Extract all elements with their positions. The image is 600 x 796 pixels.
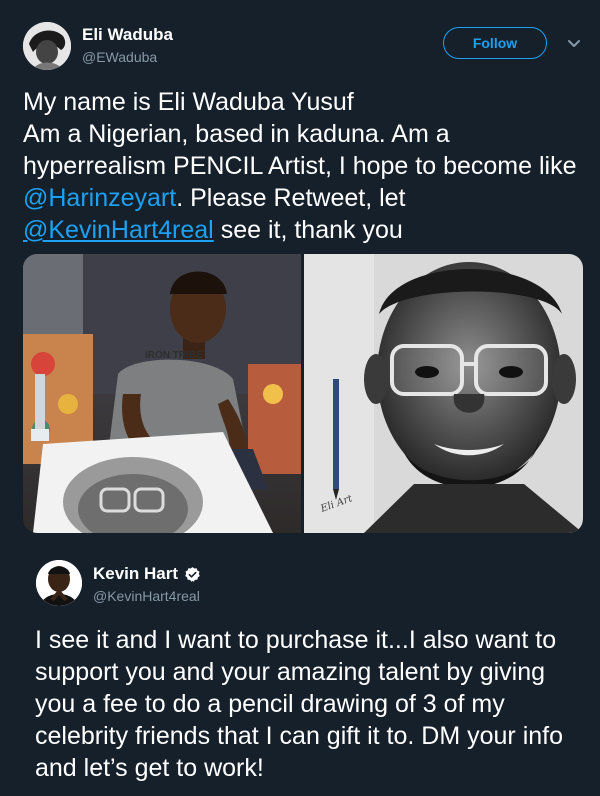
reply-author-handle[interactable]: @KevinHart4real xyxy=(93,588,200,604)
tweet-text-part: Am a Nigerian, based in kaduna. Am a hyp… xyxy=(23,120,577,180)
tweet-text: My name is Eli Waduba Yusuf Am a Nigeria… xyxy=(23,86,588,246)
mention-link-harinzeyart[interactable]: @Harinzeyart xyxy=(23,184,176,212)
artist-photo[interactable]: IRON TRIBE xyxy=(23,254,301,533)
media-gallery: IRON TRIBE Eli Art xyxy=(23,254,583,533)
reply-text: I see it and I want to purchase it...I a… xyxy=(35,626,564,782)
chevron-down-icon[interactable] xyxy=(566,36,582,52)
tweet-header: Eli Waduba @EWaduba Follow xyxy=(0,0,600,80)
follow-button[interactable]: Follow xyxy=(443,27,547,59)
author-handle[interactable]: @EWaduba xyxy=(82,49,157,65)
author-avatar[interactable] xyxy=(23,22,71,70)
pencil-portrait-photo[interactable]: Eli Art xyxy=(304,254,583,533)
verified-badge-icon xyxy=(185,566,200,582)
tweet-text-part: see it, thank you xyxy=(213,216,403,244)
reply-author-avatar[interactable] xyxy=(36,560,82,606)
tweet-text-part: . Please Retweet, let xyxy=(176,184,406,212)
shirt-text: IRON TRIBE xyxy=(145,350,203,361)
mention-link-kevinhart4real[interactable]: @KevinHart4real xyxy=(23,216,214,244)
reply-author-name[interactable]: Kevin Hart xyxy=(93,564,201,584)
author-name[interactable]: Eli Waduba xyxy=(82,25,173,45)
tweet-text-line2: Am a Nigerian, based in kaduna. Am a hyp… xyxy=(23,118,588,246)
reply-author-name-text[interactable]: Kevin Hart xyxy=(93,564,178,584)
tweet-text-line1: My name is Eli Waduba Yusuf xyxy=(23,88,354,116)
